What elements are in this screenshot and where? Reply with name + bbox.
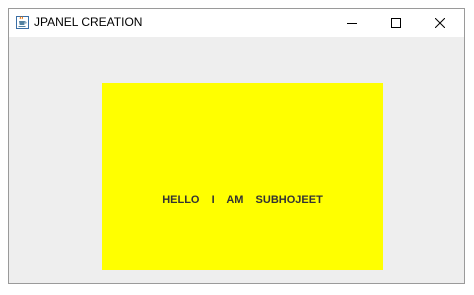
close-button[interactable] [418,9,462,37]
close-icon [435,18,445,28]
content-pane: HELLO I AM SUBHOJEET [9,37,464,283]
window-title: JPANEL CREATION [34,15,143,29]
panel-label: HELLO I AM SUBHOJEET [162,194,323,206]
minimize-button[interactable] [330,9,374,37]
minimize-icon [347,18,357,28]
app-window: JPANEL CREATION HELLO I AM SUBHOJEET [8,8,465,284]
yellow-panel: HELLO I AM SUBHOJEET [102,83,383,270]
maximize-icon [391,18,401,28]
title-bar[interactable]: JPANEL CREATION [9,9,464,37]
java-cup-icon[interactable] [16,16,29,29]
maximize-button[interactable] [374,9,418,37]
